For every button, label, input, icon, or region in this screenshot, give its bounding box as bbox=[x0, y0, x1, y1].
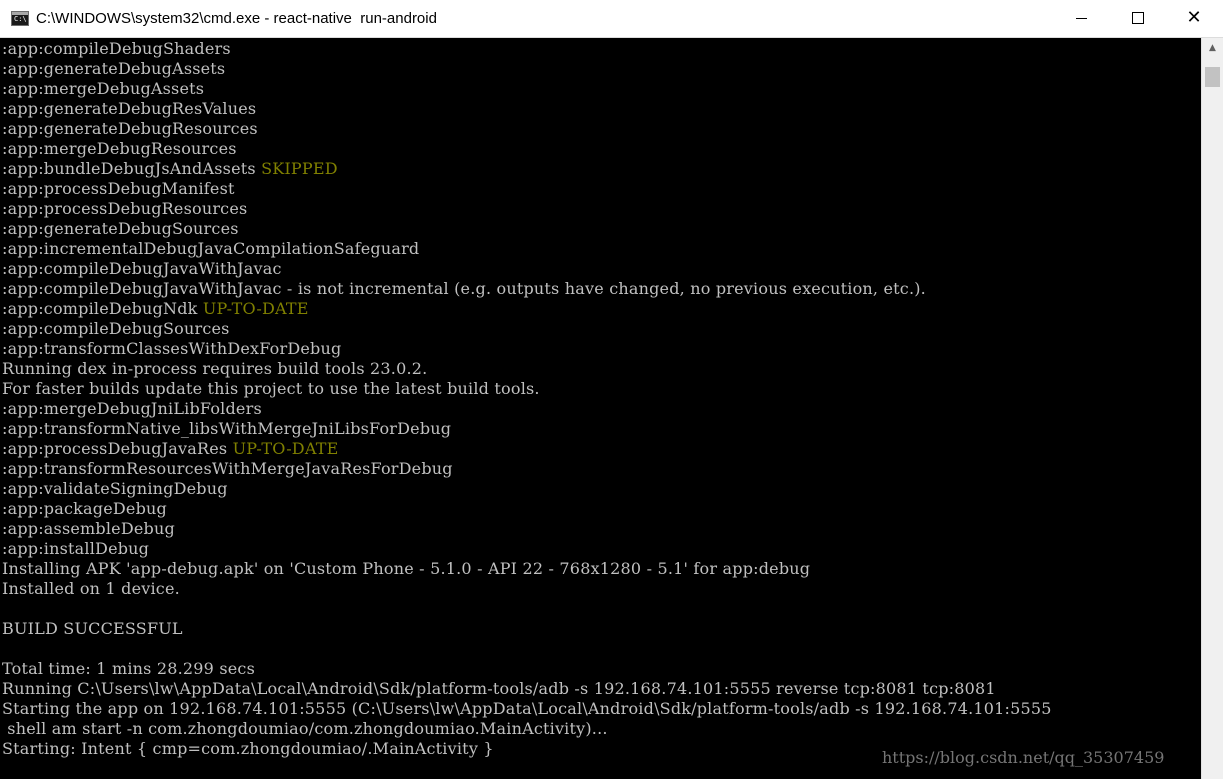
console-line-text: Running C:\Users\lw\AppData\Local\Androi… bbox=[2, 679, 996, 698]
console-line: :app:generateDebugAssets bbox=[2, 59, 1052, 79]
close-button[interactable]: ✕ bbox=[1166, 0, 1222, 37]
console-line: Total time: 1 mins 28.299 secs bbox=[2, 659, 1052, 679]
console-line: :app:mergeDebugJniLibFolders bbox=[2, 399, 1052, 419]
console-line: :app:compileDebugNdk UP-TO-DATE bbox=[2, 299, 1052, 319]
console-line-text: shell am start -n com.zhongdoumiao/com.z… bbox=[2, 719, 608, 738]
console-line: Installing APK 'app-debug.apk' on 'Custo… bbox=[2, 559, 1052, 579]
console-line-text: :app:mergeDebugAssets bbox=[2, 79, 205, 98]
console-line: Running dex in-process requires build to… bbox=[2, 359, 1052, 379]
console-line: BUILD SUCCESSFUL bbox=[2, 619, 1052, 639]
console-line-text: :app:mergeDebugJniLibFolders bbox=[2, 399, 262, 418]
console-line: :app:transformResourcesWithMergeJavaResF… bbox=[2, 459, 1052, 479]
maximize-icon bbox=[1132, 12, 1144, 24]
console-line-text: :app:validateSigningDebug bbox=[2, 479, 228, 498]
console-line: :app:processDebugResources bbox=[2, 199, 1052, 219]
console-line-text: BUILD SUCCESSFUL bbox=[2, 619, 183, 638]
console-line: :app:incrementalDebugJavaCompilationSafe… bbox=[2, 239, 1052, 259]
scroll-up-arrow-icon[interactable]: ▲ bbox=[1202, 38, 1223, 58]
scroll-thumb[interactable] bbox=[1205, 67, 1220, 87]
status-tag: SKIPPED bbox=[261, 159, 338, 178]
minimize-icon bbox=[1076, 18, 1087, 19]
console-line-text: :app:transformNative_libsWithMergeJniLib… bbox=[2, 419, 452, 438]
console-line-text: :app:processDebugManifest bbox=[2, 179, 235, 198]
console-line-text: Running dex in-process requires build to… bbox=[2, 359, 428, 378]
console-line: :app:transformNative_libsWithMergeJniLib… bbox=[2, 419, 1052, 439]
console-line: :app:generateDebugResValues bbox=[2, 99, 1052, 119]
console-line-text: Starting: Intent { cmp=com.zhongdoumiao/… bbox=[2, 739, 494, 758]
console-line-text: :app:generateDebugResources bbox=[2, 119, 258, 138]
status-tag: UP-TO-DATE bbox=[202, 299, 309, 318]
console-line: :app:compileDebugJavaWithJavac bbox=[2, 259, 1052, 279]
console-line: :app:compileDebugShaders bbox=[2, 39, 1052, 59]
console-output[interactable]: :app:compileDebugShaders:app:generateDeb… bbox=[0, 38, 1201, 779]
window-title: C:\WINDOWS\system32\cmd.exe - react-nati… bbox=[36, 10, 437, 27]
console-line: :app:packageDebug bbox=[2, 499, 1052, 519]
console-line: :app:assembleDebug bbox=[2, 519, 1052, 539]
console-line-text: :app:compileDebugJavaWithJavac bbox=[2, 259, 282, 278]
status-tag: UP-TO-DATE bbox=[232, 439, 339, 458]
console-line-text: :app:incrementalDebugJavaCompilationSafe… bbox=[2, 239, 420, 258]
close-icon: ✕ bbox=[1186, 7, 1202, 28]
console-line-text: Total time: 1 mins 28.299 secs bbox=[2, 659, 255, 678]
console-line-text: :app:bundleDebugJsAndAssets bbox=[2, 159, 262, 178]
icon-label: C:\ bbox=[14, 15, 27, 23]
console-line: shell am start -n com.zhongdoumiao/com.z… bbox=[2, 719, 1052, 739]
console-line-text: :app:generateDebugSources bbox=[2, 219, 239, 238]
console-line: :app:mergeDebugAssets bbox=[2, 79, 1052, 99]
console-line-text: :app:compileDebugJavaWithJavac - is not … bbox=[2, 279, 926, 298]
console-line-text: :app:compileDebugShaders bbox=[2, 39, 231, 58]
console-line: Running C:\Users\lw\AppData\Local\Androi… bbox=[2, 679, 1052, 699]
console-line: :app:mergeDebugResources bbox=[2, 139, 1052, 159]
console-window: C:\ C:\WINDOWS\system32\cmd.exe - react-… bbox=[0, 0, 1223, 779]
console-line-text: Starting the app on 192.168.74.101:5555 … bbox=[2, 699, 1052, 718]
console-line: Starting the app on 192.168.74.101:5555 … bbox=[2, 699, 1052, 719]
console-line: :app:bundleDebugJsAndAssets SKIPPED bbox=[2, 159, 1052, 179]
minimize-button[interactable] bbox=[1054, 0, 1110, 37]
console-line-text: :app:assembleDebug bbox=[2, 519, 175, 538]
cmd-prompt-icon[interactable]: C:\ bbox=[11, 11, 29, 26]
watermark: https://blog.csdn.net/qq_35307459 bbox=[882, 748, 1165, 767]
console-line-text: :app:generateDebugResValues bbox=[2, 99, 257, 118]
console-line: :app:installDebug bbox=[2, 539, 1052, 559]
console-line-text: :app:compileDebugSources bbox=[2, 319, 230, 338]
console-line-text: Installed on 1 device. bbox=[2, 579, 180, 598]
maximize-button[interactable] bbox=[1110, 0, 1166, 37]
console-lines: :app:compileDebugShaders:app:generateDeb… bbox=[2, 39, 1052, 759]
console-line-text: :app:generateDebugAssets bbox=[2, 59, 226, 78]
console-line-text: :app:transformClassesWithDexForDebug bbox=[2, 339, 342, 358]
console-line: :app:generateDebugResources bbox=[2, 119, 1052, 139]
console-line-text: :app:compileDebugNdk bbox=[2, 299, 203, 318]
vertical-scrollbar[interactable]: ▲ bbox=[1201, 38, 1223, 779]
console-line-text: For faster builds update this project to… bbox=[2, 379, 540, 398]
console-line: :app:validateSigningDebug bbox=[2, 479, 1052, 499]
console-line-text: :app:installDebug bbox=[2, 539, 150, 558]
console-line: :app:generateDebugSources bbox=[2, 219, 1052, 239]
console-line-text: :app:processDebugResources bbox=[2, 199, 248, 218]
console-line: For faster builds update this project to… bbox=[2, 379, 1052, 399]
console-line: :app:transformClassesWithDexForDebug bbox=[2, 339, 1052, 359]
title-bar[interactable]: C:\ C:\WINDOWS\system32\cmd.exe - react-… bbox=[0, 0, 1223, 38]
console-line-text: :app:packageDebug bbox=[2, 499, 167, 518]
console-line: :app:processDebugJavaRes UP-TO-DATE bbox=[2, 439, 1052, 459]
console-line: :app:processDebugManifest bbox=[2, 179, 1052, 199]
console-line-text: Installing APK 'app-debug.apk' on 'Custo… bbox=[2, 559, 811, 578]
console-line: :app:compileDebugJavaWithJavac - is not … bbox=[2, 279, 1052, 299]
console-line: Installed on 1 device. bbox=[2, 579, 1052, 599]
console-line-text: :app:transformResourcesWithMergeJavaResF… bbox=[2, 459, 453, 478]
console-line: :app:compileDebugSources bbox=[2, 319, 1052, 339]
console-line-text: :app:processDebugJavaRes bbox=[2, 439, 233, 458]
console-line-text: :app:mergeDebugResources bbox=[2, 139, 237, 158]
